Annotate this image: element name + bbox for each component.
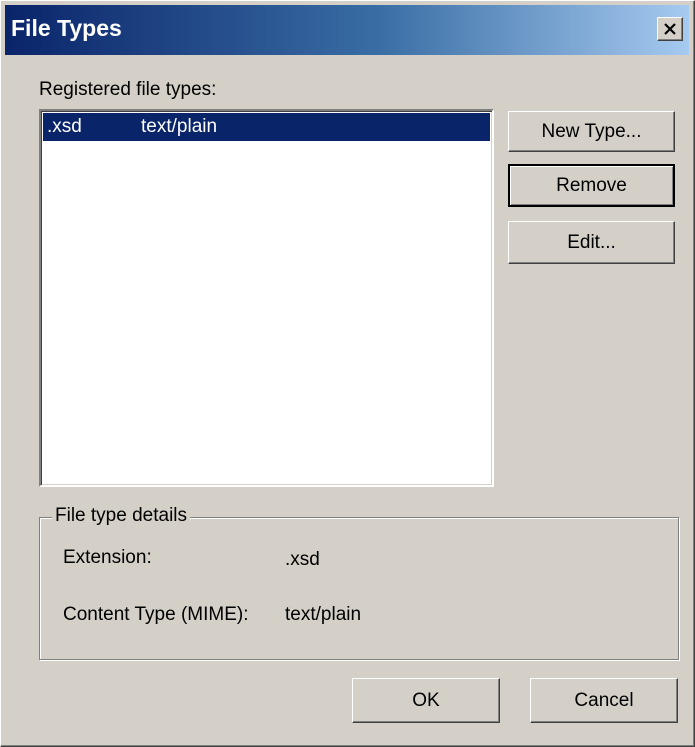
edit-button[interactable]: Edit... xyxy=(508,221,675,264)
content-type-value: text/plain xyxy=(285,604,362,625)
remove-button[interactable]: Remove xyxy=(508,164,675,207)
title-bar[interactable]: File Types xyxy=(5,5,689,55)
registered-types-list[interactable]: .xsd text/plain xyxy=(39,109,494,487)
new-type-button[interactable]: New Type... xyxy=(508,111,675,152)
group-title: File type details xyxy=(52,505,191,527)
close-icon xyxy=(664,23,676,35)
extension-label: Extension: xyxy=(63,547,152,568)
registered-types-label: Registered file types: xyxy=(39,79,217,100)
ok-button[interactable]: OK xyxy=(352,678,500,723)
extension-value: .xsd xyxy=(285,549,320,570)
list-item-mime: text/plain xyxy=(141,116,218,137)
content-type-label: Content Type (MIME): xyxy=(63,604,249,625)
list-item[interactable]: .xsd text/plain xyxy=(43,113,490,141)
cancel-button[interactable]: Cancel xyxy=(530,678,678,723)
file-types-dialog: File Types Registered file types: .xsd t… xyxy=(0,0,695,747)
file-type-details-group: File type details Extension: .xsd Conten… xyxy=(39,505,679,660)
dialog-title: File Types xyxy=(11,15,122,41)
list-item-extension: .xsd xyxy=(47,116,82,137)
close-button[interactable] xyxy=(657,17,683,41)
